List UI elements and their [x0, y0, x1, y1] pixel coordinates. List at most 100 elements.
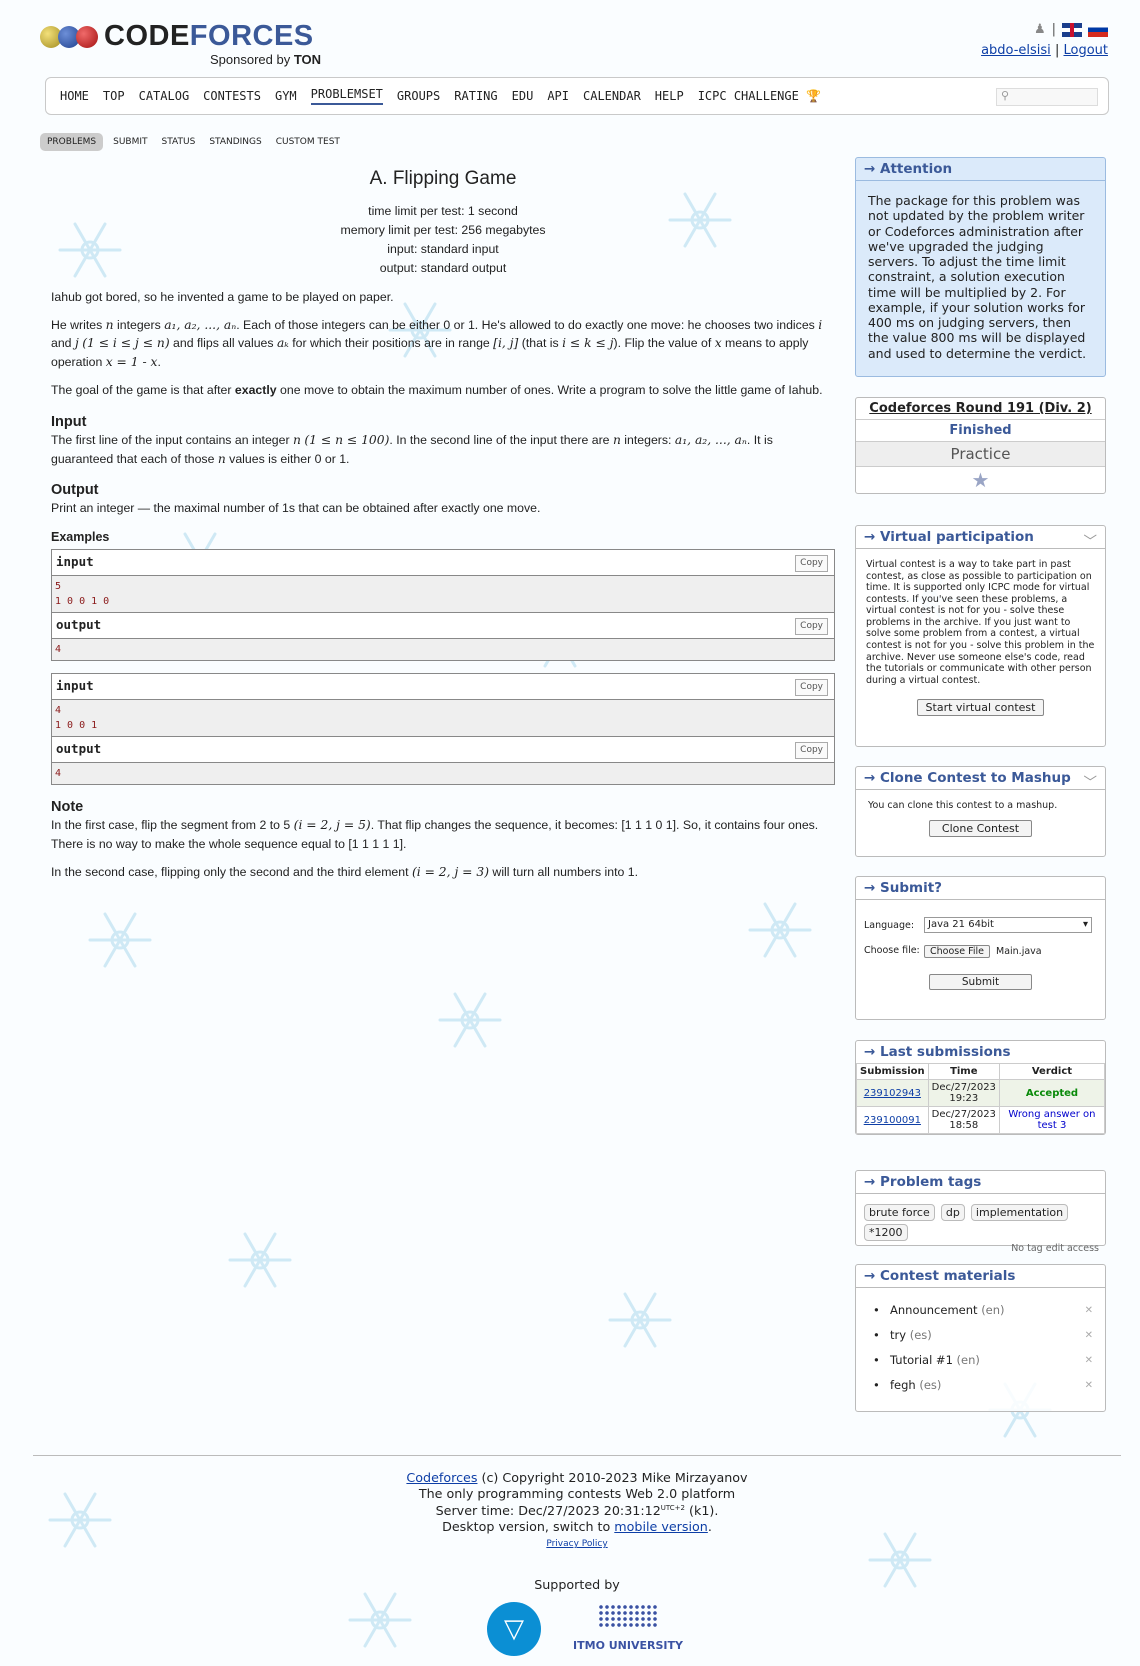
submission-link[interactable]: 239100091	[864, 1115, 921, 1126]
menu-edu[interactable]: EDU	[512, 89, 534, 103]
practice-link[interactable]: Practice	[856, 442, 1105, 467]
legend-paragraph-3: The goal of the game is that after exact…	[51, 383, 823, 398]
example-output[interactable]: 4	[52, 638, 834, 660]
example-output-label: output	[56, 740, 102, 756]
menu-home[interactable]: HOME	[60, 89, 89, 103]
submit-title: → Submit?	[856, 877, 1105, 900]
note-title: Note	[51, 798, 84, 815]
contest-status: Finished	[856, 420, 1105, 442]
menu-top[interactable]: TOP	[103, 89, 125, 103]
example-2: input Copy 41 0 0 1 output Copy 4	[51, 672, 835, 785]
clone-title: → Clone Contest to Mashup	[864, 770, 1071, 786]
start-virtual-contest-button[interactable]: Start virtual contest	[916, 699, 1045, 717]
english-flag-icon[interactable]	[1062, 22, 1082, 37]
itmo-dots-icon	[598, 1604, 658, 1629]
footer-codeforces-link[interactable]: Codeforces	[406, 1470, 477, 1485]
example-1: input Copy 51 0 0 1 0 output Copy 4	[51, 548, 835, 661]
table-row: 239100091 Dec/27/2023 18:58 Wrong answer on…	[856, 1106, 1106, 1134]
example-input[interactable]: 51 0 0 1 0	[52, 575, 834, 613]
close-icon[interactable]: ✕	[1085, 1373, 1093, 1398]
menu-contests[interactable]: CONTESTS	[203, 89, 261, 103]
menu-problemset[interactable]: PROBLEMSET	[310, 87, 383, 105]
user-icon[interactable]: ♟	[1034, 22, 1046, 37]
verdict-wrong-answer: Wrong answer on test 3	[998, 1106, 1106, 1134]
tag[interactable]: *1200	[864, 1224, 908, 1241]
language-select[interactable]: Java 21 64bit	[924, 917, 1092, 933]
mobile-version-link[interactable]: mobile version	[614, 1519, 708, 1534]
submit-button[interactable]: Submit	[928, 974, 1033, 990]
note-paragraph-2: In the second case, flipping only the se…	[51, 865, 639, 880]
search-input[interactable]: ⚲	[996, 88, 1098, 106]
tag[interactable]: implementation	[970, 1204, 1069, 1221]
itmo-logo[interactable]: ITMO UNIVERSITY	[568, 1604, 688, 1664]
subnav-submit[interactable]: SUBMIT	[113, 137, 147, 147]
trophy-icon: 🏆	[806, 89, 822, 103]
note-paragraph-1: In the first case, flip the segment from…	[51, 818, 819, 851]
submissions-table: Submission Time Verdict 239102943 Dec/27/20…	[856, 1063, 1106, 1134]
menu-calendar[interactable]: CALENDAR	[583, 89, 641, 103]
server-time: Server time: Dec/27/2023 20:31:12UTC+2 (…	[435, 1503, 719, 1519]
list-item: Tutorial #1 (en)✕	[856, 1348, 1105, 1373]
menu-rating[interactable]: RATING	[454, 89, 497, 103]
vp-title: → Virtual participation	[864, 529, 1034, 545]
codeforces-logo[interactable]: CODEFORCES	[40, 20, 314, 52]
attention-title: → Attention	[856, 158, 1105, 181]
footer: Codeforces (c) Copyright 2010-2023 Mike …	[33, 1455, 1121, 1666]
list-item: Announcement (en)✕	[856, 1298, 1105, 1323]
virtual-participation-box: → Virtual participation ﹀ Virtual contest…	[855, 525, 1106, 747]
choose-file-button[interactable]: Choose File	[924, 945, 990, 958]
copy-button[interactable]: Copy	[795, 617, 828, 636]
contest-materials-box: → Contest materials Announcement (en)✕ t…	[855, 1264, 1106, 1412]
submission-link[interactable]: 239102943	[864, 1088, 921, 1099]
privacy-policy-link[interactable]: Privacy Policy	[546, 1539, 607, 1549]
legend-paragraph-2: He writes n integers a₁, a₂, ..., aₙ. Ea…	[51, 317, 823, 369]
tag[interactable]: brute force	[864, 1204, 935, 1221]
input-file: input: standard input	[387, 241, 499, 256]
input-section-title: Input	[51, 413, 87, 430]
menu-groups[interactable]: GROUPS	[397, 89, 440, 103]
subnav-standings[interactable]: STANDINGS	[209, 137, 261, 147]
ton-logo-icon[interactable]: ▽	[487, 1602, 541, 1657]
subnav-custom-test[interactable]: CUSTOM TEST	[276, 137, 340, 147]
menu-api[interactable]: API	[547, 89, 569, 103]
copy-button[interactable]: Copy	[795, 741, 828, 760]
favorite-star-icon[interactable]: ★	[856, 467, 1105, 493]
verdict-accepted: Accepted	[998, 1079, 1106, 1107]
subnav-status[interactable]: STATUS	[162, 137, 196, 147]
close-icon[interactable]: ✕	[1085, 1348, 1093, 1373]
copy-button[interactable]: Copy	[795, 554, 828, 573]
chevron-down-icon[interactable]: ﹀	[1084, 530, 1098, 550]
tag[interactable]: dp	[940, 1204, 965, 1221]
sponsor-text: Sponsored by TON	[210, 52, 322, 67]
copy-button[interactable]: Copy	[795, 678, 828, 697]
clone-contest-button[interactable]: Clone Contest	[928, 820, 1033, 837]
output-section-title: Output	[51, 481, 99, 498]
file-name: Main.java	[996, 946, 1042, 957]
last-submissions-title: → Last submissions	[864, 1044, 1011, 1060]
contest-box: Codeforces Round 191 (Div. 2) Finished P…	[855, 397, 1106, 494]
memory-limit: memory limit per test: 256 megabytes	[340, 222, 546, 237]
close-icon[interactable]: ✕	[1085, 1323, 1093, 1348]
menu-help[interactable]: HELP	[655, 89, 684, 103]
clone-text: You can clone this contest to a mashup.	[868, 800, 1058, 811]
contest-link[interactable]: Codeforces Round 191 (Div. 2)	[869, 401, 1091, 416]
ornament-balls-icon	[40, 25, 98, 48]
logout-link[interactable]: Logout	[1063, 43, 1108, 58]
russian-flag-icon[interactable]	[1088, 22, 1108, 37]
chevron-down-icon[interactable]: ﹀	[1084, 771, 1098, 791]
search-icon: ⚲	[1001, 89, 1010, 102]
example-input-label: input	[56, 553, 94, 569]
file-label: Choose file:	[864, 945, 920, 957]
example-input[interactable]: 41 0 0 1	[52, 699, 834, 737]
subnav-problems[interactable]: PROBLEMS	[40, 133, 104, 151]
close-icon[interactable]: ✕	[1085, 1298, 1093, 1323]
menu-icpc-challenge[interactable]: ICPC CHALLENGE 🏆	[698, 89, 821, 103]
supported-by: Supported by	[534, 1576, 620, 1592]
attention-box: → Attention The package for this problem…	[855, 157, 1106, 377]
username-link[interactable]: abdo-elsisi	[981, 43, 1051, 58]
menu-catalog[interactable]: CATALOG	[139, 89, 190, 103]
example-output[interactable]: 4	[52, 762, 834, 784]
materials-title: → Contest materials	[856, 1265, 1105, 1288]
logo-code: CODE	[104, 20, 190, 52]
menu-gym[interactable]: GYM	[275, 89, 297, 103]
